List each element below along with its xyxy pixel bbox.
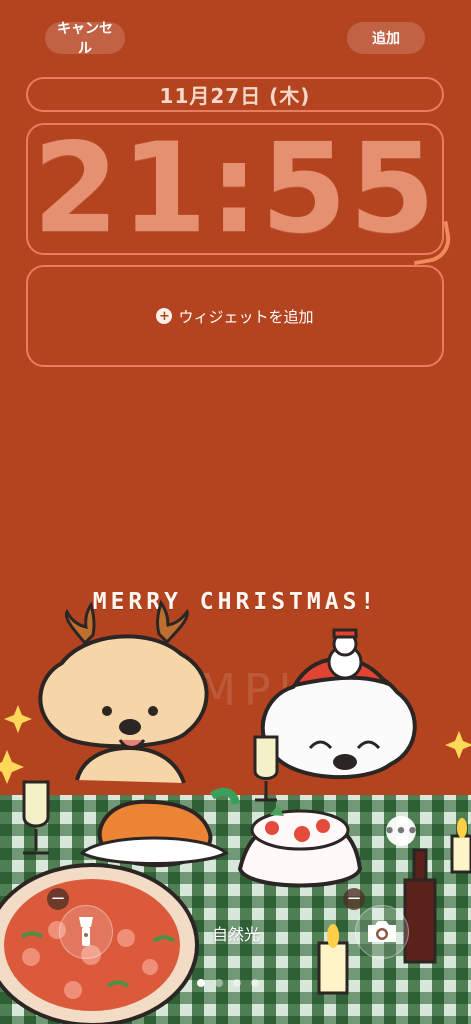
flashlight-icon — [79, 917, 93, 946]
resize-handle[interactable] — [408, 220, 454, 266]
page-indicator — [197, 979, 259, 987]
sparkle-right — [445, 731, 471, 759]
page-dot-4 — [251, 979, 259, 987]
sparkle-far-left — [0, 750, 24, 784]
cancel-button[interactable]: キャンセル — [45, 20, 125, 56]
page-dot-3 — [233, 979, 241, 987]
time-text: 21:55 — [32, 117, 438, 261]
plus-icon: + — [156, 308, 173, 324]
add-widget-area[interactable]: + ウィジェットを追加 — [26, 265, 444, 367]
add-widget-label: ウィジェットを追加 — [178, 307, 314, 326]
date-text: 11月27日 (木) — [159, 84, 311, 108]
page-dot-2 — [215, 979, 223, 987]
page-dot-1 — [197, 979, 205, 987]
remove-camera-button[interactable]: − — [343, 888, 365, 910]
camera-button[interactable] — [355, 905, 409, 959]
reindeer-dog-character — [38, 599, 209, 784]
sparkle-left — [4, 705, 32, 733]
more-icon[interactable]: ••• — [384, 816, 418, 846]
remove-flashlight-button[interactable]: − — [47, 888, 69, 910]
white-dog-character — [260, 628, 417, 780]
time-widget[interactable]: 21:55 — [26, 123, 444, 255]
flashlight-button[interactable] — [59, 905, 113, 959]
date-widget[interactable]: 11月27日 (木) — [26, 77, 444, 112]
filter-label: 自然光 — [211, 925, 260, 944]
add-button[interactable]: 追加 — [347, 22, 425, 54]
camera-icon — [368, 921, 396, 942]
